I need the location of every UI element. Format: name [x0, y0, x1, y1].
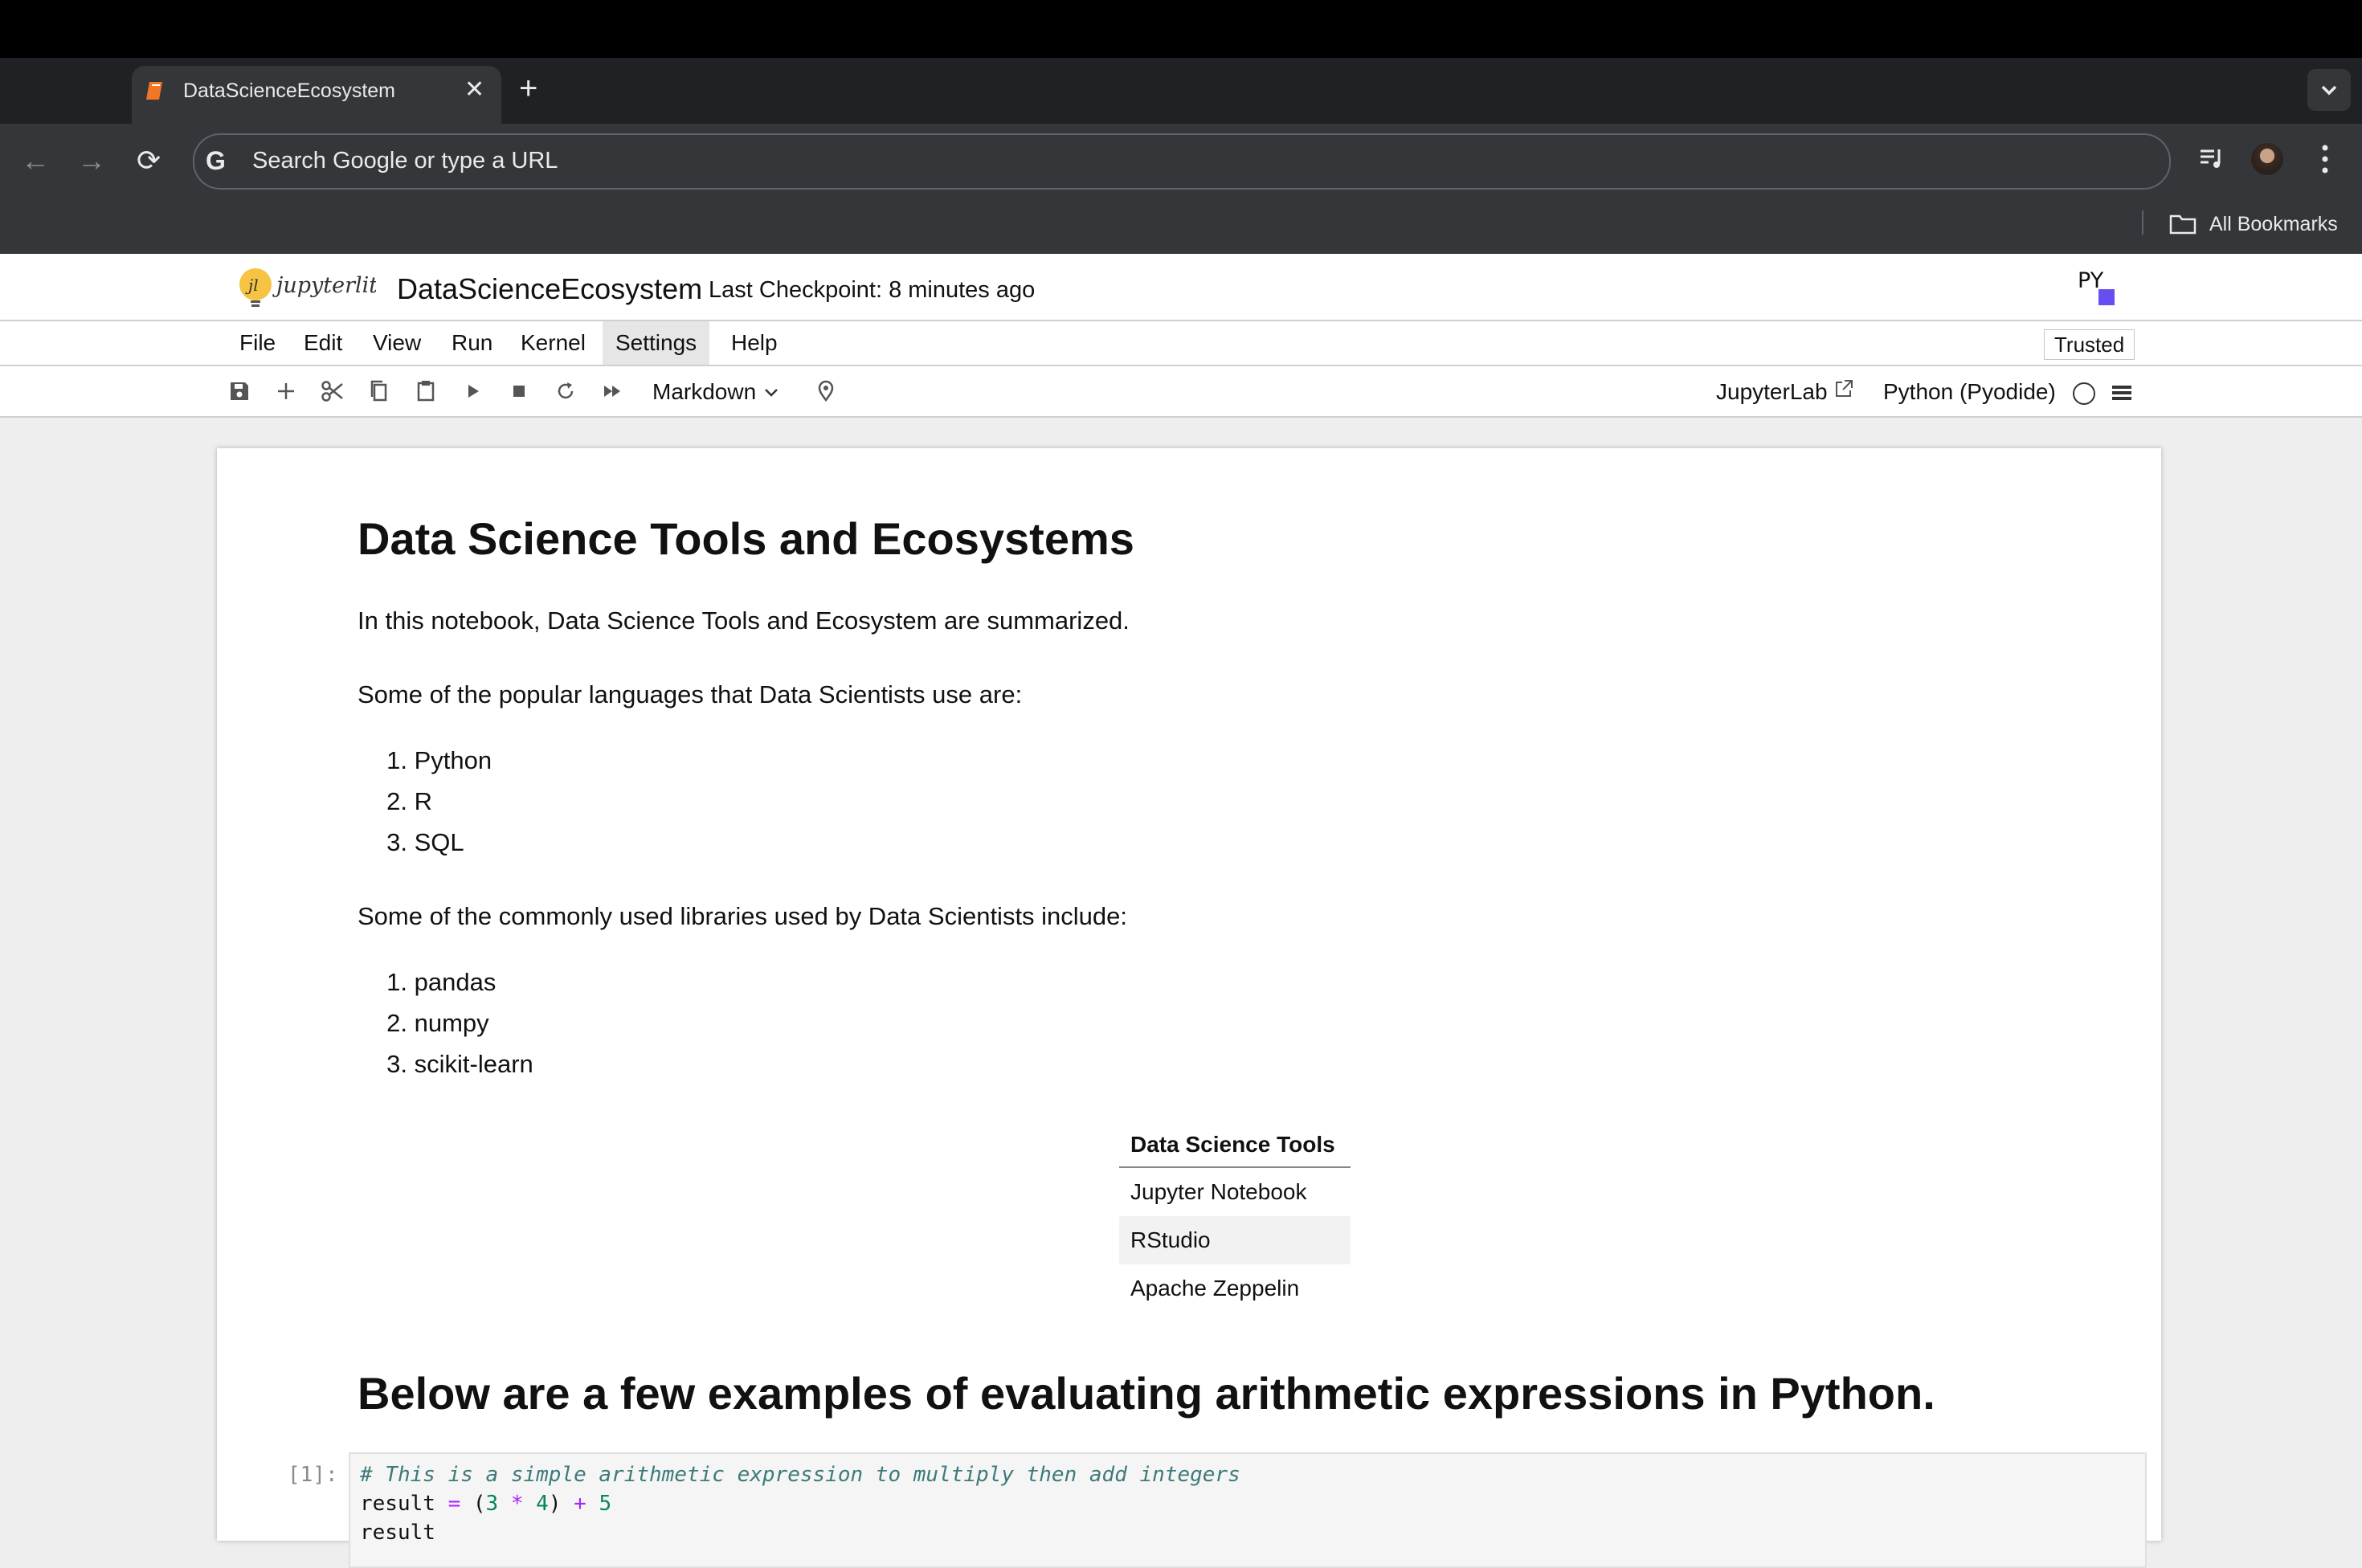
- cell-type-dropdown[interactable]: Markdown: [652, 376, 780, 408]
- menu-help[interactable]: Help: [718, 321, 791, 365]
- fast-forward-icon[interactable]: [596, 374, 628, 408]
- libraries-intro: Some of the commonly used libraries used…: [358, 902, 1128, 930]
- pyodide-logo: PY: [2078, 268, 2115, 305]
- list-item: 2. R: [386, 787, 433, 815]
- menu-view[interactable]: View: [360, 321, 434, 365]
- list-item: 2. numpy: [386, 1009, 489, 1037]
- save-icon[interactable]: [223, 374, 255, 408]
- language-item: SQL: [414, 828, 464, 856]
- cell-type-value: Markdown: [652, 379, 757, 404]
- intro-paragraph: In this notebook, Data Science Tools and…: [358, 606, 1130, 635]
- add-cell-icon[interactable]: [270, 374, 302, 408]
- media-control-icon[interactable]: [2198, 145, 2225, 172]
- bookmarks-divider: [2142, 210, 2143, 235]
- logo-text: jupyterlite: [272, 273, 376, 298]
- heading-arithmetic-examples: Below are a few examples of evaluating a…: [358, 1368, 1935, 1419]
- table-header: Data Science Tools: [1119, 1123, 1351, 1168]
- menu-run[interactable]: Run: [439, 321, 505, 365]
- cell-execution-prompt: [1]:: [288, 1463, 338, 1487]
- table-row: RStudio: [1119, 1216, 1351, 1264]
- last-checkpoint: Last Checkpoint: 8 minutes ago: [709, 277, 1036, 303]
- menu-settings[interactable]: Settings: [603, 321, 710, 365]
- list-item: 3. SQL: [386, 828, 464, 856]
- chevron-down-icon: [765, 389, 778, 397]
- menu-edit[interactable]: Edit: [291, 321, 355, 365]
- stop-icon[interactable]: [503, 374, 535, 408]
- tab-close-icon[interactable]: ✕: [464, 74, 484, 106]
- cut-icon[interactable]: [317, 374, 349, 408]
- new-tab-icon[interactable]: +: [519, 71, 537, 106]
- notebook-favicon-icon: [146, 82, 162, 100]
- kernel-status-icon: [2073, 382, 2095, 405]
- code-line-result: result: [360, 1521, 435, 1545]
- library-item: numpy: [414, 1009, 489, 1037]
- heading-tools-ecosystems: Data Science Tools and Ecosystems: [358, 513, 1134, 564]
- address-bar-placeholder[interactable]: Search Google or type a URL: [252, 146, 558, 175]
- notebook-title[interactable]: DataScienceEcosystem: [397, 272, 702, 307]
- folder-icon: [2169, 214, 2196, 235]
- run-cell-icon[interactable]: [456, 374, 488, 408]
- table-row: Apache Zeppelin: [1130, 1276, 1300, 1301]
- library-item: scikit-learn: [414, 1050, 533, 1078]
- jupyterlite-logo[interactable]: jl jupyterlite: [238, 265, 376, 310]
- hamburger-menu-icon[interactable]: [2111, 384, 2132, 402]
- profile-avatar[interactable]: [2251, 143, 2283, 175]
- copy-icon[interactable]: [363, 374, 395, 408]
- all-bookmarks-link[interactable]: All Bookmarks: [2209, 210, 2338, 238]
- external-link-icon: [1836, 380, 1853, 397]
- table-row: Jupyter Notebook: [1130, 1179, 1307, 1204]
- reload-icon[interactable]: ⟳: [137, 145, 161, 177]
- jupyterlab-label: JupyterLab: [1716, 379, 1828, 404]
- location-pin-icon[interactable]: [810, 374, 842, 408]
- open-jupyterlab-link[interactable]: JupyterLab: [1716, 376, 1854, 408]
- tab-search-button[interactable]: [2307, 69, 2351, 111]
- language-item: Python: [414, 746, 492, 774]
- menu-file[interactable]: File: [227, 321, 288, 365]
- tools-table: Data Science Tools Jupyter Notebook RStu…: [1119, 1123, 1351, 1313]
- paste-icon[interactable]: [410, 374, 442, 408]
- list-item: 1. pandas: [386, 968, 497, 996]
- chevron-down-icon: [2321, 85, 2337, 96]
- top-bar: [0, 0, 2362, 58]
- menu-kernel[interactable]: Kernel: [508, 321, 599, 365]
- kernel-name[interactable]: Python (Pyodide): [1883, 376, 2056, 408]
- tab-title: DataScienceEcosystem: [183, 80, 396, 102]
- languages-intro: Some of the popular languages that Data …: [358, 680, 1023, 708]
- kebab-menu-icon[interactable]: [2320, 141, 2330, 177]
- list-item: 1. Python: [386, 746, 492, 774]
- forward-arrow-icon[interactable]: →: [77, 145, 106, 177]
- list-item: 3. scikit-learn: [386, 1050, 533, 1078]
- language-item: R: [414, 787, 433, 815]
- back-arrow-icon[interactable]: ←: [21, 145, 50, 177]
- google-g-icon: G: [206, 146, 226, 175]
- restart-kernel-icon[interactable]: [550, 374, 582, 408]
- code-line-comment: # This is a simple arithmetic expression…: [360, 1463, 1240, 1487]
- code-line-expression: result = (3 * 4) + 5: [360, 1492, 612, 1516]
- trusted-indicator[interactable]: Trusted: [2044, 329, 2135, 360]
- library-item: pandas: [414, 968, 497, 996]
